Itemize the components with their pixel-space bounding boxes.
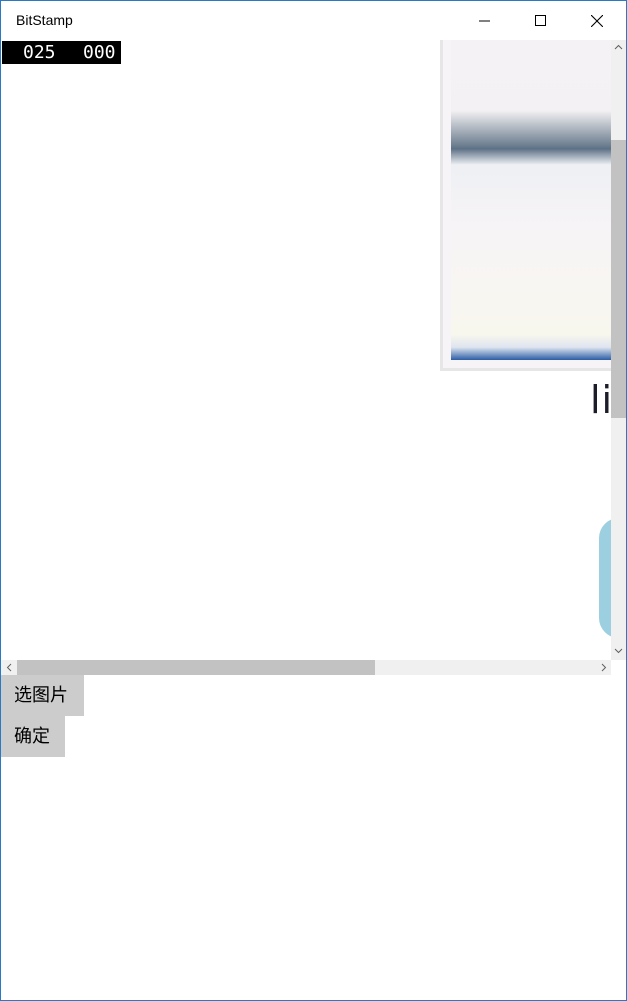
minimize-icon bbox=[479, 20, 490, 22]
close-button[interactable] bbox=[574, 1, 620, 40]
image-scroll-viewer[interactable]: li bbox=[1, 40, 626, 675]
pick-image-button[interactable]: 选图片 bbox=[1, 675, 84, 716]
image-stripe bbox=[451, 40, 611, 360]
scroll-up-icon[interactable] bbox=[614, 43, 623, 52]
confirm-button[interactable]: 确定 bbox=[1, 716, 65, 757]
minimize-button[interactable] bbox=[462, 1, 508, 40]
title-bar[interactable]: BitStamp bbox=[1, 1, 626, 40]
horizontal-scroll-thumb[interactable] bbox=[17, 660, 375, 675]
scroll-right-icon[interactable] bbox=[599, 663, 608, 672]
image-blue-shape bbox=[599, 518, 611, 638]
maximize-button[interactable] bbox=[518, 1, 564, 40]
counter-left-value: 025 bbox=[23, 42, 56, 63]
frame-counter: 025 000 bbox=[2, 41, 121, 64]
scroll-left-icon[interactable] bbox=[5, 663, 14, 672]
image-canvas: li bbox=[1, 40, 611, 660]
vertical-scrollbar[interactable] bbox=[611, 40, 626, 660]
counter-right-value: 000 bbox=[83, 42, 116, 63]
image-text-fragment: li bbox=[590, 378, 611, 422]
close-icon bbox=[591, 15, 603, 27]
app-window: BitStamp 025 000 li 选图片 确定 bbox=[0, 0, 627, 1001]
horizontal-scrollbar[interactable] bbox=[1, 660, 611, 675]
scroll-down-icon[interactable] bbox=[614, 646, 623, 655]
maximize-icon bbox=[535, 15, 546, 26]
vertical-scroll-thumb[interactable] bbox=[611, 140, 626, 418]
scrollbar-corner bbox=[611, 660, 626, 675]
window-title: BitStamp bbox=[16, 12, 73, 28]
preview-image bbox=[440, 40, 611, 371]
